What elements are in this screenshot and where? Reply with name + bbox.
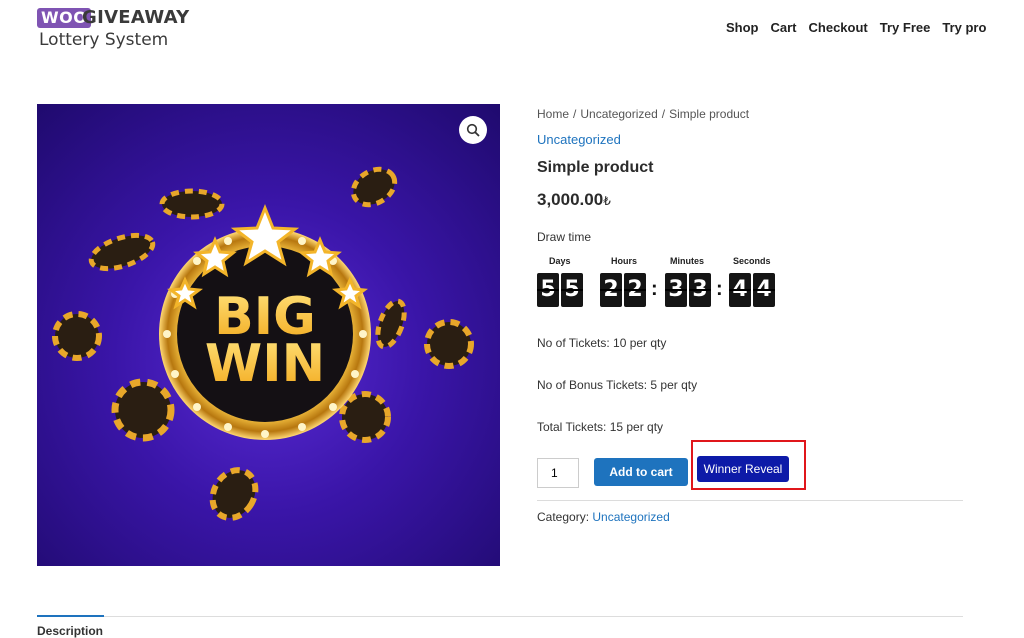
add-to-cart-button[interactable]: Add to cart <box>594 458 688 486</box>
product-title: Simple product <box>537 159 654 176</box>
breadcrumb-current: Simple product <box>669 107 750 121</box>
tab-active-indicator <box>37 615 104 617</box>
countdown-timer: Days Hours Minutes Seconds 5 5 2 2 : 3 3… <box>537 256 797 310</box>
magnifier-icon <box>466 123 480 137</box>
nav-checkout[interactable]: Checkout <box>809 20 868 35</box>
countdown-minutes-label: Minutes <box>670 256 705 266</box>
tabs-divider <box>37 616 963 617</box>
price-currency: ₺ <box>603 194 611 208</box>
countdown-hours-label: Hours <box>611 256 638 266</box>
nav-try-free[interactable]: Try Free <box>880 20 931 35</box>
breadcrumb: Home / Uncategorized / Simple product <box>537 107 750 121</box>
quantity-input[interactable] <box>537 458 579 488</box>
countdown-days-label: Days <box>549 256 571 266</box>
countdown-colon: : <box>651 278 658 300</box>
big-win-artwork: BIG WIN <box>52 166 474 521</box>
main-nav: Shop Cart Checkout Try Free Try pro <box>726 20 986 35</box>
logo-giveaway-text: GIVEAWAY <box>82 7 190 28</box>
countdown-digit: 4 <box>729 273 751 307</box>
countdown-seconds-label: Seconds <box>733 256 771 266</box>
nav-cart[interactable]: Cart <box>771 20 797 35</box>
countdown-colon: : <box>716 278 723 300</box>
countdown-digit: 5 <box>561 273 583 307</box>
countdown-digit: 3 <box>665 273 687 307</box>
countdown-digit: 3 <box>689 273 711 307</box>
tickets-info: No of Tickets: 10 per qty <box>537 336 667 350</box>
nav-shop[interactable]: Shop <box>726 20 759 35</box>
countdown-digit: 2 <box>600 273 622 307</box>
product-image[interactable]: BIG WIN <box>37 104 500 566</box>
site-logo[interactable]: WOO GIVEAWAY Lottery System <box>37 6 197 52</box>
winner-reveal-button[interactable]: Winner Reveal <box>697 456 789 482</box>
divider <box>537 500 963 501</box>
price-amount: 3,000.00 <box>537 190 604 209</box>
product-category: Category: Uncategorized <box>537 510 670 524</box>
win-text: WIN <box>205 334 325 394</box>
category-link[interactable]: Uncategorized <box>537 132 621 147</box>
countdown-digit: 4 <box>753 273 775 307</box>
product-price: 3,000.00₺ <box>537 190 611 210</box>
countdown-digit: 5 <box>537 273 559 307</box>
bonus-tickets-info: No of Bonus Tickets: 5 per qty <box>537 378 698 392</box>
countdown-digit: 2 <box>624 273 646 307</box>
draw-time-label: Draw time <box>537 230 592 244</box>
zoom-button[interactable] <box>459 116 487 144</box>
total-tickets-info: Total Tickets: 15 per qty <box>537 420 664 434</box>
category-value-link[interactable]: Uncategorized <box>592 510 669 524</box>
category-label: Category: <box>537 510 590 524</box>
nav-try-pro[interactable]: Try pro <box>942 20 986 35</box>
logo-lottery-text: Lottery System <box>39 30 169 50</box>
tab-description[interactable]: Description <box>37 624 103 638</box>
breadcrumb-category[interactable]: Uncategorized <box>580 107 657 121</box>
breadcrumb-home[interactable]: Home <box>537 107 569 121</box>
